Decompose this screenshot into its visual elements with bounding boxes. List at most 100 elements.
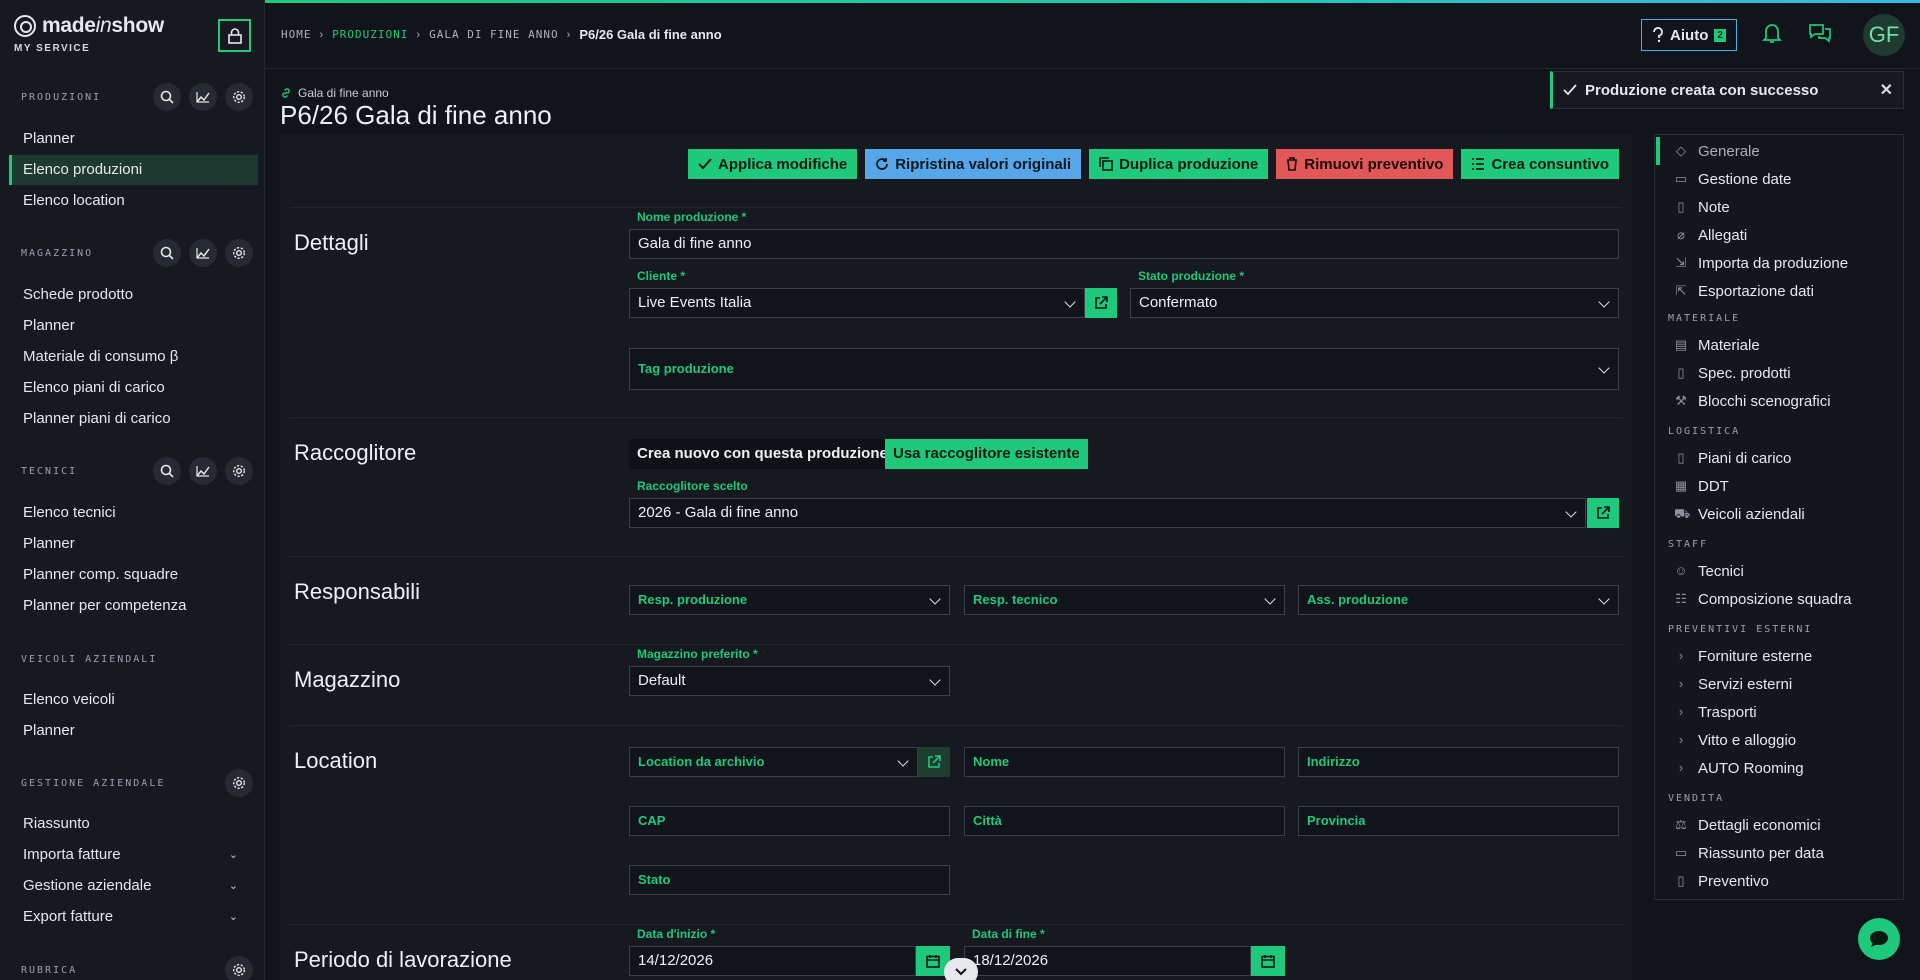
sidebar-item-export-fatture[interactable]: Export fatture ⌄ <box>9 902 258 932</box>
nav-dettagli-economici[interactable]: ⚖ Dettagli economici <box>1656 811 1902 839</box>
location-provincia-input[interactable]: Provincia <box>1298 806 1619 836</box>
raccoglitore-select[interactable]: 2026 - Gala di fine anno <box>629 498 1586 528</box>
sidebar-item-gestione-aziendale[interactable]: Gestione aziendale ⌄ <box>9 871 258 901</box>
toggle-usa-esistente[interactable]: Usa raccoglitore esistente <box>885 439 1088 469</box>
lock-button[interactable] <box>218 19 251 52</box>
nav-generale[interactable]: ◇ Generale <box>1656 137 1902 165</box>
sidebar-item-elenco-location[interactable]: Elenco location <box>9 186 258 216</box>
toggle-crea-nuovo[interactable]: Crea nuovo con questa produzione <box>629 439 896 469</box>
location-cap-input[interactable]: CAP <box>629 806 950 836</box>
avatar[interactable]: GF <box>1863 14 1905 56</box>
nav-label: Spec. prodotti <box>1698 364 1791 382</box>
location-nome-input[interactable]: Nome <box>964 747 1285 777</box>
sidebar-item-planner-piani-carico[interactable]: Planner piani di carico <box>9 404 258 434</box>
open-raccoglitore-button[interactable] <box>1587 498 1619 528</box>
sidebar-section-magazzino: MAGAZZINO <box>0 237 265 269</box>
chart-icon[interactable] <box>189 457 217 485</box>
nav-forniture[interactable]: › Forniture esterne <box>1656 642 1902 670</box>
chat-button[interactable] <box>1858 918 1900 960</box>
gear-icon[interactable] <box>225 457 253 485</box>
nav-note[interactable]: ▯ Note <box>1656 193 1902 221</box>
chevron-down-icon: ⌄ <box>228 911 238 923</box>
location-citta-input[interactable]: Città <box>964 806 1285 836</box>
location-archivio-select[interactable]: Location da archivio <box>629 747 918 777</box>
close-icon[interactable]: ✕ <box>1880 80 1893 100</box>
open-location-button[interactable] <box>918 747 950 777</box>
breadcrumb-parent[interactable]: GALA DI FINE ANNO <box>429 28 559 41</box>
sidebar-item-elenco-produzioni[interactable]: Elenco produzioni <box>9 155 258 185</box>
sidebar-item-planner[interactable]: Planner <box>9 716 258 746</box>
sidebar-item-materiale-consumo[interactable]: Materiale di consumo β <box>9 342 258 372</box>
search-icon[interactable] <box>153 457 181 485</box>
data-inizio-input[interactable]: 14/12/2026 <box>629 946 916 976</box>
location-stato-input[interactable]: Stato <box>629 865 950 895</box>
nav-label: Materiale <box>1698 336 1760 354</box>
sidebar-item-planner-competenza[interactable]: Planner per competenza <box>9 591 258 621</box>
sidebar-item-planner[interactable]: Planner <box>9 311 258 341</box>
data-fine-input[interactable]: 18/12/2026 <box>964 946 1251 976</box>
gear-icon[interactable] <box>225 239 253 267</box>
data-fine-calendar-button[interactable] <box>1251 946 1285 976</box>
nav-auto-rooming[interactable]: › AUTO Rooming <box>1656 754 1902 782</box>
nav-ddt[interactable]: ▦ DDT <box>1656 472 1902 500</box>
remove-quote-button[interactable]: Rimuovi preventivo <box>1276 149 1454 179</box>
help-button[interactable]: Aiuto 2 <box>1641 19 1737 51</box>
nav-materiale[interactable]: ▤ Materiale <box>1656 331 1902 359</box>
sidebar-item-schede-prodotto[interactable]: Schede prodotto <box>9 280 258 310</box>
nav-piani-carico[interactable]: ▯ Piani di carico <box>1656 444 1902 472</box>
search-icon[interactable] <box>153 83 181 111</box>
sidebar-item-riassunto[interactable]: Riassunto <box>9 809 258 839</box>
nav-tecnici[interactable]: ☺ Tecnici <box>1656 557 1902 585</box>
stato-produzione-select[interactable]: Confermato <box>1130 288 1619 318</box>
nav-preventivo[interactable]: ▯ Preventivo <box>1656 867 1902 895</box>
nav-trasporti[interactable]: › Trasporti <box>1656 698 1902 726</box>
sidebar-item-elenco-piani-carico[interactable]: Elenco piani di carico <box>9 373 258 403</box>
nav-servizi[interactable]: › Servizi esterni <box>1656 670 1902 698</box>
apply-button[interactable]: Applica modifiche <box>688 149 858 179</box>
breadcrumb-home[interactable]: HOME <box>281 28 312 41</box>
nav-allegati[interactable]: ⌀ Allegati <box>1656 221 1902 249</box>
nav-riassunto-data[interactable]: ▭ Riassunto per data <box>1656 839 1902 867</box>
scroll-down-button[interactable] <box>944 958 978 980</box>
divider <box>290 644 1622 645</box>
open-cliente-button[interactable] <box>1085 288 1117 318</box>
reset-label: Ripristina valori originali <box>895 155 1072 173</box>
sidebar-item-elenco-veicoli[interactable]: Elenco veicoli <box>9 685 258 715</box>
chart-icon[interactable] <box>189 239 217 267</box>
nav-gestione-date[interactable]: ▭ Gestione date <box>1656 165 1902 193</box>
nav-blocchi[interactable]: ⚒ Blocchi scenografici <box>1656 387 1902 415</box>
sidebar-item-importa-fatture[interactable]: Importa fatture ⌄ <box>9 840 258 870</box>
import-icon: ⇲ <box>1675 255 1687 270</box>
resp-tecnico-select[interactable]: Resp. tecnico <box>964 585 1285 615</box>
location-indirizzo-input[interactable]: Indirizzo <box>1298 747 1619 777</box>
sidebar-item-planner[interactable]: Planner <box>9 529 258 559</box>
bell-icon[interactable] <box>1761 22 1786 46</box>
gear-icon[interactable] <box>225 956 253 980</box>
nav-spec-prodotti[interactable]: ▯ Spec. prodotti <box>1656 359 1902 387</box>
create-final-button[interactable]: Crea consuntivo <box>1461 149 1619 179</box>
duplicate-button[interactable]: Duplica produzione <box>1089 149 1269 179</box>
gear-icon[interactable] <box>225 769 253 797</box>
chat-bubbles-icon[interactable] <box>1808 22 1832 46</box>
magazzino-select[interactable]: Default <box>629 666 950 696</box>
sidebar-item-planner[interactable]: Planner <box>9 124 258 154</box>
breadcrumb-produzioni[interactable]: PRODUZIONI <box>332 28 408 41</box>
nav-esportazione[interactable]: ⇱ Esportazione dati <box>1656 277 1902 305</box>
ass-produzione-select[interactable]: Ass. produzione <box>1298 585 1619 615</box>
sidebar-item-elenco-tecnici[interactable]: Elenco tecnici <box>9 498 258 528</box>
nav-importa[interactable]: ⇲ Importa da produzione <box>1656 249 1902 277</box>
nome-produzione-input[interactable]: Gala di fine anno <box>629 229 1619 259</box>
reset-button[interactable]: Ripristina valori originali <box>865 149 1082 179</box>
brand[interactable]: madeinshow MY SERVICE <box>14 14 164 54</box>
sidebar-item-planner-comp-squadre[interactable]: Planner comp. squadre <box>9 560 258 590</box>
gear-icon[interactable] <box>225 83 253 111</box>
tag-produzione-select[interactable]: Tag produzione <box>629 348 1619 390</box>
search-icon[interactable] <box>153 239 181 267</box>
nav-vitto[interactable]: › Vitto e alloggio <box>1656 726 1902 754</box>
resp-produzione-select[interactable]: Resp. produzione <box>629 585 950 615</box>
cliente-select[interactable]: Live Events Italia <box>629 288 1085 318</box>
nav-veicoli[interactable]: ⛟ Veicoli aziendali <box>1656 500 1902 528</box>
nav-composizione[interactable]: ☷ Composizione squadra <box>1656 585 1902 613</box>
trash-icon <box>1287 157 1298 171</box>
chart-icon[interactable] <box>189 83 217 111</box>
